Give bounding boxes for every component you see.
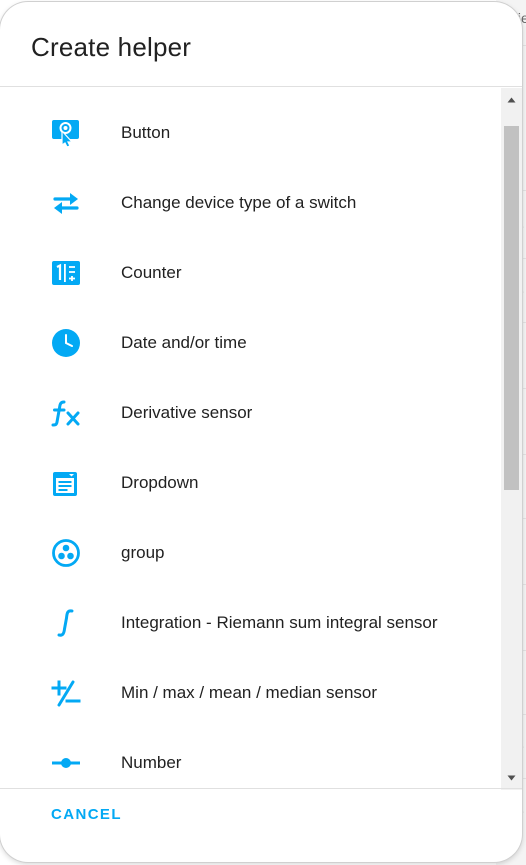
function-variant-icon	[50, 399, 82, 427]
list-item-dropdown[interactable]: Dropdown	[0, 448, 500, 518]
list-item-label: Dropdown	[121, 473, 199, 492]
list-item-label: Integration - Riemann sum integral senso…	[121, 613, 438, 632]
scroll-down-arrow-icon[interactable]	[501, 768, 522, 788]
list-item-integration[interactable]: Integration - Riemann sum integral senso…	[0, 588, 500, 658]
clock-icon	[50, 329, 82, 357]
list-scrollbar[interactable]	[501, 88, 522, 790]
list-item-counter[interactable]: Counter	[0, 238, 500, 308]
list-item-button[interactable]: Button	[0, 98, 500, 168]
list-item-label: Derivative sensor	[121, 403, 253, 422]
list-item-min-max-mean[interactable]: Min / max / mean / median sensor	[0, 658, 500, 728]
cancel-button[interactable]: CANCEL	[42, 798, 131, 830]
scroll-thumb[interactable]	[504, 126, 519, 490]
dialog-title: Create helper	[31, 32, 192, 62]
header-divider	[0, 86, 522, 87]
scroll-up-arrow-icon[interactable]	[501, 90, 522, 110]
list-item-label: Date and/or time	[121, 333, 247, 352]
list-item-label: group	[121, 543, 165, 562]
list-item-number[interactable]: Number	[0, 728, 500, 790]
button-press-icon	[50, 119, 82, 148]
list-item-label: Change device type of a switch	[121, 193, 357, 212]
group-circles-icon	[50, 539, 82, 567]
integral-icon	[50, 609, 82, 637]
dropdown-form-icon	[50, 469, 82, 497]
footer-divider	[0, 788, 522, 789]
swap-arrows-icon	[50, 189, 82, 217]
slider-number-icon	[50, 749, 82, 777]
list-item-label: Min / max / mean / median sensor	[121, 683, 378, 702]
list-item-label: Number	[121, 753, 182, 772]
list-item-derivative-sensor[interactable]: Derivative sensor	[0, 378, 500, 448]
counter-icon	[50, 259, 82, 287]
list-item-group[interactable]: group	[0, 518, 500, 588]
helper-list[interactable]: Button Change device type of a switch Co…	[0, 88, 522, 790]
create-helper-dialog: Create helper Button Change device type …	[0, 2, 522, 862]
list-item-label: Button	[121, 123, 171, 142]
list-item-label: Counter	[121, 263, 182, 282]
plus-minus-icon	[50, 679, 82, 707]
list-item-change-device-type[interactable]: Change device type of a switch	[0, 168, 500, 238]
list-item-date-time[interactable]: Date and/or time	[0, 308, 500, 378]
